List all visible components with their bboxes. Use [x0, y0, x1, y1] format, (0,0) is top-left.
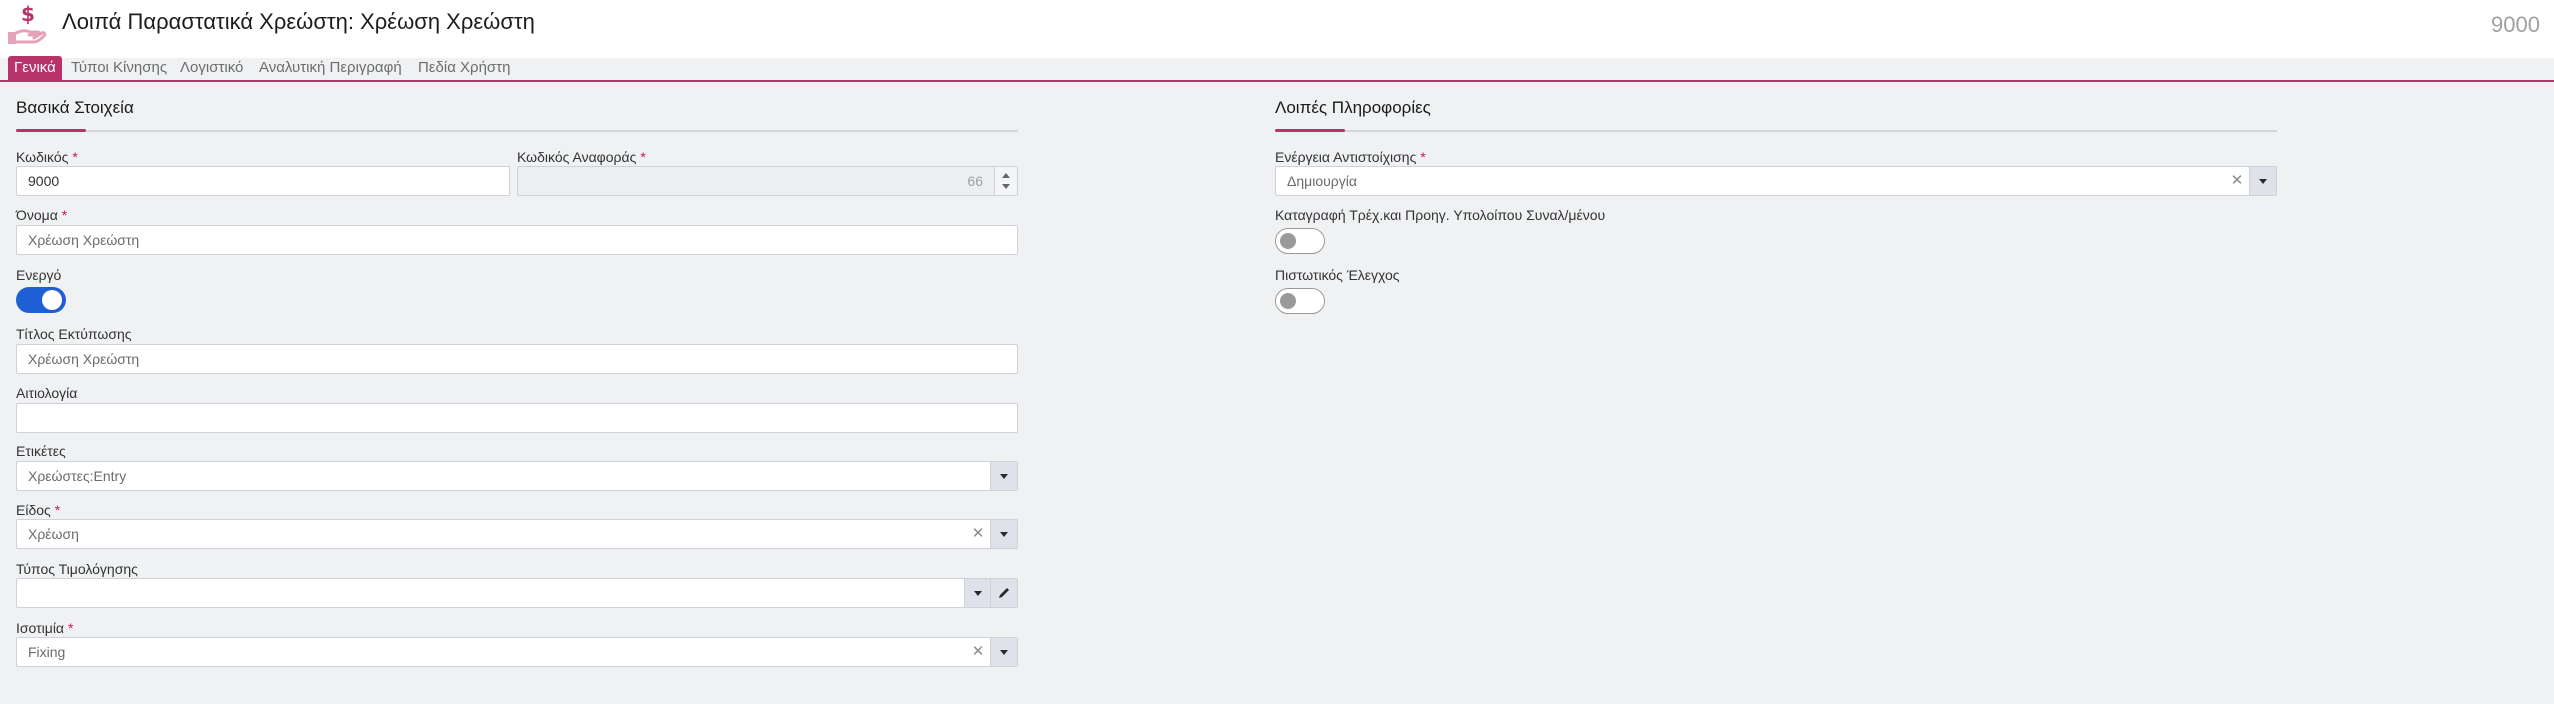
name-field[interactable]: Χρέωση Χρεώστη — [16, 225, 1018, 255]
parity-select[interactable]: Fixing ✕ — [16, 637, 1018, 667]
section-title-basic: Βασικά Στοιχεία — [16, 98, 134, 117]
pricing-type-dropdown-button[interactable] — [964, 579, 991, 607]
matching-action-label: Ενέργεια Αντιστοίχισης * — [1275, 149, 1426, 165]
record-code: 9000 — [2491, 12, 2540, 37]
name-value: Χρέωση Χρεώστη — [28, 232, 140, 248]
kind-value: Χρέωση — [28, 526, 79, 542]
tags-select[interactable]: Χρεώστες:Entry — [16, 461, 1018, 491]
svg-text:$: $ — [21, 2, 35, 26]
section-rule-other — [1275, 129, 2277, 132]
parity-value: Fixing — [28, 644, 66, 660]
caret-down-icon — [1000, 474, 1008, 479]
ref-code-label: Κωδικός Αναφοράς * — [517, 149, 646, 165]
clear-icon[interactable]: ✕ — [970, 520, 986, 548]
parity-dropdown-button[interactable] — [990, 638, 1017, 666]
caret-down-icon — [974, 591, 982, 596]
tags-dropdown-button[interactable] — [990, 462, 1017, 490]
kind-label: Είδος * — [16, 502, 61, 518]
reason-field[interactable] — [16, 403, 1018, 433]
tab-detailed-description[interactable]: Αναλυτική Περιγραφή — [259, 56, 402, 80]
pencil-icon — [999, 588, 1009, 598]
chevron-down-icon[interactable] — [1002, 184, 1010, 189]
reason-label: Αιτιολογία — [16, 385, 78, 401]
pricing-type-label: Τύπος Τιμολόγησης — [16, 561, 138, 577]
page-header: $ Λοιπά Παραστατικά Χρεώστη: Χρέωση Χρεώ… — [0, 0, 2554, 58]
chevron-up-icon[interactable] — [1002, 173, 1010, 178]
code-value: 9000 — [28, 173, 60, 189]
pricing-type-edit-button[interactable] — [990, 579, 1017, 607]
tab-general[interactable]: Γενικά — [8, 56, 62, 80]
ref-code-stepper[interactable] — [994, 167, 1017, 195]
tags-label: Ετικέτες — [16, 443, 66, 459]
kind-dropdown-button[interactable] — [990, 520, 1017, 548]
credit-check-label: Πιστωτικός Έλεγχος — [1275, 267, 1400, 283]
record-balance-label: Καταγραφή Τρέχ.και Προηγ. Υπολοίπου Συνα… — [1275, 207, 1606, 223]
section-title-other: Λοιπές Πληροφορίες — [1275, 98, 1431, 117]
kind-select[interactable]: Χρέωση ✕ — [16, 519, 1018, 549]
credit-check-toggle[interactable] — [1275, 288, 1325, 314]
record-balance-toggle[interactable] — [1275, 228, 1325, 254]
active-toggle[interactable] — [16, 287, 66, 313]
tab-underline — [0, 80, 2554, 82]
clear-icon[interactable]: ✕ — [970, 638, 986, 666]
page-title: Λοιπά Παραστατικά Χρεώστη: Χρέωση Χρεώστ… — [62, 9, 535, 34]
parity-label: Ισοτιμία * — [16, 620, 74, 636]
active-label: Ενεργό — [16, 267, 62, 283]
tags-value: Χρεώστες:Entry — [28, 468, 127, 484]
print-title-field[interactable]: Χρέωση Χρεώστη — [16, 344, 1018, 374]
tab-movement-types[interactable]: Τύποι Κίνησης — [71, 56, 167, 80]
matching-action-dropdown-button[interactable] — [2249, 167, 2276, 195]
code-field[interactable]: 9000 — [16, 166, 510, 196]
matching-action-select[interactable]: Δημιουργία ✕ — [1275, 166, 2277, 196]
caret-down-icon — [2259, 179, 2267, 184]
clear-icon[interactable]: ✕ — [2229, 167, 2245, 195]
hand-dollar-icon: $ — [8, 2, 47, 44]
code-label: Κωδικός * — [16, 149, 78, 165]
name-label: Όνομα * — [16, 207, 68, 223]
ref-code-value: 66 — [967, 173, 983, 189]
print-title-value: Χρέωση Χρεώστη — [28, 351, 140, 367]
matching-action-value: Δημιουργία — [1287, 173, 1357, 189]
print-title-label: Τίτλος Εκτύπωσης — [16, 326, 132, 342]
section-rule-basic — [16, 129, 1018, 132]
caret-down-icon — [1000, 532, 1008, 537]
tab-user-fields[interactable]: Πεδία Χρήστη — [418, 56, 510, 80]
pricing-type-select[interactable] — [16, 578, 1018, 608]
ref-code-field[interactable]: 66 — [517, 166, 1018, 196]
tab-accounting[interactable]: Λογιστικό — [180, 56, 243, 80]
caret-down-icon — [1000, 650, 1008, 655]
